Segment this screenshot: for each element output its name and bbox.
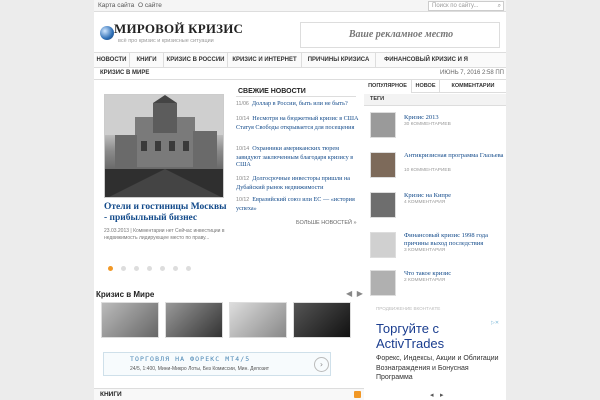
search-placeholder: Поиск по сайту...	[432, 3, 479, 9]
adchoices-icon[interactable]: ▷✕	[491, 320, 501, 328]
fresh-news-heading: СВЕЖИЕ НОВОСТИ	[238, 88, 306, 95]
rss-icon[interactable]	[354, 391, 361, 398]
news-item[interactable]: 10/14 Несмотря на бюджетный кризис в США …	[236, 115, 360, 131]
slider-dot[interactable]	[134, 266, 139, 271]
ad-prev-icon[interactable]: ◂	[430, 391, 434, 399]
divider	[236, 96, 356, 97]
slider-title[interactable]: Отели и гостиницы Москвы - прибыльный би…	[104, 202, 228, 224]
current-date: ИЮНЬ 7, 2016 2:58 ПП	[440, 70, 504, 76]
sidebar-tabs: ПОПУЛЯРНОЕ НОВОЕ КОММЕНТАРИИ	[364, 80, 506, 93]
popular-post-title[interactable]: Кризис 2013	[404, 114, 504, 122]
tab-tags[interactable]: ТЕГИ	[364, 94, 506, 106]
post-thumbnail[interactable]	[370, 112, 396, 138]
popular-post-title[interactable]: Антикризисная программа Глазьева	[404, 152, 504, 160]
nav-item-news[interactable]: НОВОСТИ	[94, 53, 130, 67]
world-section-title: Кризис в Мире	[96, 290, 155, 299]
popular-post-title[interactable]: Финансовый кризис 1998 года причины выхо…	[404, 232, 504, 247]
nav-item-internet[interactable]: КРИЗИС И ИНТЕРНЕТ	[228, 53, 302, 67]
popular-post-comments[interactable]: 10 КОММЕНТАРИЕВ	[404, 168, 504, 173]
tab-new[interactable]: НОВОЕ	[412, 80, 440, 93]
more-news-link[interactable]: БОЛЬШЕ НОВОСТЕЙ »	[296, 220, 357, 226]
search-input[interactable]: Поиск по сайту... ⌕	[428, 1, 504, 11]
sitemap-link[interactable]: Карта сайта	[98, 2, 134, 9]
tab-comments[interactable]: КОММЕНТАРИИ	[440, 80, 506, 93]
news-item[interactable]: 10/14 Охранники американских тюрем завиду…	[236, 145, 360, 169]
sub-nav: КРИЗИС В МИРЕ ИЮНЬ 7, 2016 2:58 ПП	[94, 68, 506, 80]
books-section-bar: КНИГИ	[94, 388, 364, 400]
slider-dot[interactable]	[160, 266, 165, 271]
popular-post-title[interactable]: Кризис на Кипре	[404, 192, 504, 200]
banner-go-icon[interactable]: ›	[314, 357, 329, 372]
tab-popular[interactable]: ПОПУЛЯРНОЕ	[364, 80, 412, 93]
nav-item-causes[interactable]: ПРИЧИНЫ КРИЗИСА	[302, 53, 376, 67]
forex-banner-ad[interactable]: ТОРГОВЛЯ НА ФОРЕКС МТ4/5 24/5, 1:400, Ми…	[103, 352, 331, 376]
popular-post-title[interactable]: Что такое кризис	[404, 270, 504, 278]
nav-item-finance[interactable]: ФИНАНСОВЫЙ КРИЗИС И Я	[376, 53, 476, 67]
slider-dot[interactable]	[108, 266, 113, 271]
header-ad[interactable]: Ваше рекламное место	[300, 22, 500, 48]
banner-ad-text: 24/5, 1:400, Мини-Микро Лоты, Без Комисс…	[130, 366, 270, 372]
prev-arrow-icon[interactable]: ◀	[346, 289, 352, 298]
popular-post-comments[interactable]: 30 КОММЕНТАРИЕВ	[404, 122, 504, 127]
top-bar: Карта сайта О сайте Поиск по сайту... ⌕	[94, 0, 506, 12]
search-icon[interactable]: ⌕	[498, 2, 501, 10]
big-ad-headline: Торгуйте с ActivTrades	[376, 321, 445, 351]
nav-item-books[interactable]: КНИГИ	[130, 53, 164, 67]
books-section-title: КНИГИ	[100, 391, 122, 398]
popular-post-comments[interactable]: 3 КОММЕНТАРИЯ	[404, 248, 504, 253]
slider-dot[interactable]	[121, 266, 126, 271]
news-item[interactable]: 10/12 Долгосрочные инвесторы пришли на Ду…	[236, 175, 360, 191]
ad-next-icon[interactable]: ▸	[440, 391, 444, 399]
popular-post-comments[interactable]: 2 КОММЕНТАРИЯ	[404, 278, 504, 283]
nav-item-russia[interactable]: КРИЗИС В РОССИИ	[164, 53, 228, 67]
world-thumbnail[interactable]	[165, 302, 223, 338]
news-item[interactable]: 11/06 Доллар в России, быть или не быть?	[236, 100, 360, 109]
popular-post-comments[interactable]: 4 КОММЕНТАРИЯ	[404, 200, 504, 205]
slider-dot[interactable]	[173, 266, 178, 271]
about-link[interactable]: О сайте	[138, 2, 162, 9]
slider-image[interactable]	[104, 94, 224, 198]
globe-logo-icon[interactable]	[100, 26, 114, 40]
world-thumbnail[interactable]	[293, 302, 351, 338]
activtrades-ad[interactable]: Торгуйте с ActivTrades Форекс, Индексы, …	[369, 318, 504, 400]
world-thumbnail[interactable]	[229, 302, 287, 338]
world-thumbnail[interactable]	[101, 302, 159, 338]
next-arrow-icon[interactable]: ▶	[357, 289, 363, 298]
big-ad-text: Форекс, Индексы, Акции и Облигации Возна…	[376, 355, 499, 381]
nav-item-world[interactable]: КРИЗИС В МИРЕ	[100, 70, 149, 76]
post-thumbnail[interactable]	[370, 232, 396, 258]
news-item[interactable]: 10/12 Евразийский союз или ЕС — «история …	[236, 196, 360, 212]
post-thumbnail[interactable]	[370, 152, 396, 178]
site-title[interactable]: МИРОВОЙ КРИЗИС	[114, 21, 243, 37]
tags-label: ТЕГИ	[370, 96, 385, 102]
sidebar-ad-label: ПРОДВИЖЕНИЕ ВКОНТАКТЕ	[376, 306, 441, 311]
header-ad-text: Ваше рекламное место	[348, 29, 454, 40]
slider-dot[interactable]	[186, 266, 191, 271]
banner-ad-headline: ТОРГОВЛЯ НА ФОРЕКС МТ4/5	[130, 355, 251, 363]
site-tagline: всё про кризис и кризисные ситуации	[118, 38, 214, 44]
main-nav: НОВОСТИ КНИГИ КРИЗИС В РОССИИ КРИЗИС И И…	[94, 52, 506, 68]
slider-dot[interactable]	[147, 266, 152, 271]
carousel-arrows: ◀ ▶	[346, 289, 363, 298]
post-thumbnail[interactable]	[370, 192, 396, 218]
post-thumbnail[interactable]	[370, 270, 396, 296]
slider-excerpt: 23.03.2013 | Комментарии нет Сейчас инве…	[104, 228, 225, 241]
